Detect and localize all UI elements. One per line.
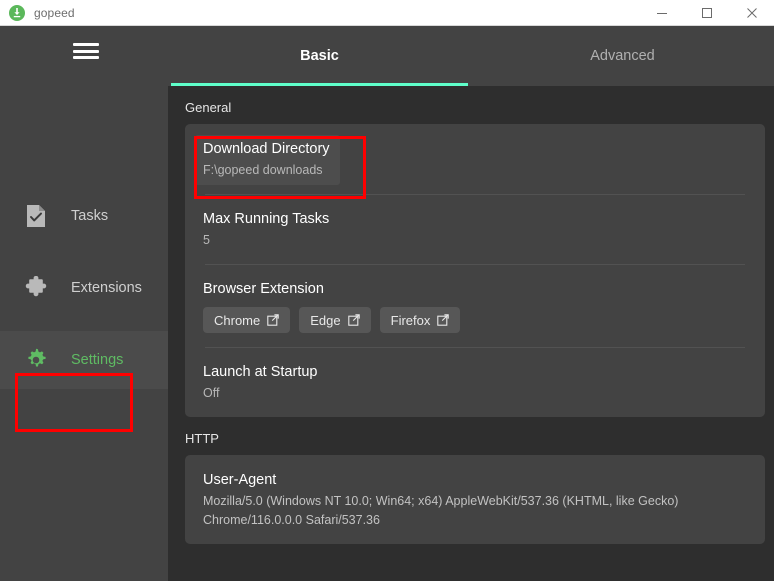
sidebar-item-settings[interactable]: Settings xyxy=(0,331,168,389)
tab-advanced[interactable]: Advanced xyxy=(471,26,774,86)
setting-max-running-tasks[interactable]: Max Running Tasks 5 xyxy=(203,194,747,264)
window-title: gopeed xyxy=(34,5,75,20)
setting-title: Max Running Tasks xyxy=(203,211,330,227)
section-heading-general: General xyxy=(185,100,232,115)
maximize-icon xyxy=(701,7,712,18)
tab-basic[interactable]: Basic xyxy=(168,26,471,86)
http-settings-card: User-Agent Mozilla/5.0 (Windows NT 10.0;… xyxy=(185,455,765,544)
main-panel: Basic Advanced General Download Director… xyxy=(168,26,774,581)
sidebar-item-label: Tasks xyxy=(71,208,109,224)
browser-extension-buttons: Chrome Edge Firefox xyxy=(203,307,747,333)
puzzle-piece-icon xyxy=(23,275,49,301)
external-link-icon xyxy=(347,314,360,326)
tab-label: Basic xyxy=(300,48,339,64)
close-button[interactable] xyxy=(729,0,774,26)
minimize-button[interactable] xyxy=(639,0,684,26)
setting-value: 5 xyxy=(203,233,210,247)
setting-value: Off xyxy=(203,386,220,400)
general-settings-card: Download Directory F:\gopeed downloads M… xyxy=(185,124,765,417)
edge-extension-button[interactable]: Edge xyxy=(299,307,371,333)
window-body: Tasks Extensions Settings Basic Advanced… xyxy=(0,26,774,581)
setting-title: Download Directory xyxy=(203,141,330,157)
firefox-extension-button[interactable]: Firefox xyxy=(379,307,461,333)
setting-download-directory[interactable]: Download Directory F:\gopeed downloads xyxy=(195,124,747,194)
button-label: Chrome xyxy=(214,312,261,328)
settings-content: General Download Directory F:\gopeed dow… xyxy=(168,86,774,581)
task-document-check-icon xyxy=(23,203,49,229)
hamburger-menu-icon[interactable] xyxy=(73,43,99,59)
minimize-icon xyxy=(656,12,667,14)
setting-title: Browser Extension xyxy=(203,281,324,297)
tab-label: Advanced xyxy=(590,48,655,64)
setting-browser-extension: Browser Extension Chrome Edge Firefox xyxy=(203,264,747,347)
close-icon xyxy=(746,7,757,18)
setting-title: User-Agent xyxy=(203,472,277,488)
gopeed-download-logo-icon xyxy=(9,4,25,21)
setting-value: Mozilla/5.0 (Windows NT 10.0; Win64; x64… xyxy=(203,494,679,527)
gopeed-window: gopeed Tasks Extensions Settings Basic A… xyxy=(0,0,774,581)
button-label: Firefox xyxy=(390,312,431,328)
sidebar-item-extensions[interactable]: Extensions xyxy=(0,259,168,317)
external-link-icon xyxy=(437,314,450,326)
title-bar: gopeed xyxy=(0,0,774,26)
sidebar-item-tasks[interactable]: Tasks xyxy=(0,187,168,245)
maximize-button[interactable] xyxy=(684,0,729,26)
sidebar-item-label: Settings xyxy=(71,352,124,368)
gear-icon xyxy=(23,347,49,373)
setting-user-agent[interactable]: User-Agent Mozilla/5.0 (Windows NT 10.0;… xyxy=(203,455,747,544)
tab-bar: Basic Advanced xyxy=(168,26,774,86)
external-link-icon xyxy=(267,314,279,326)
sidebar: Tasks Extensions Settings xyxy=(0,26,168,581)
section-heading-http: HTTP xyxy=(185,431,219,446)
sidebar-item-label: Extensions xyxy=(71,280,142,296)
setting-value: F:\gopeed downloads xyxy=(203,163,323,177)
setting-launch-at-startup[interactable]: Launch at Startup Off xyxy=(203,347,747,417)
chrome-extension-button[interactable]: Chrome xyxy=(203,307,291,333)
setting-title: Launch at Startup xyxy=(203,364,318,380)
button-label: Edge xyxy=(310,312,341,328)
sidebar-nav: Tasks Extensions Settings xyxy=(0,187,168,389)
